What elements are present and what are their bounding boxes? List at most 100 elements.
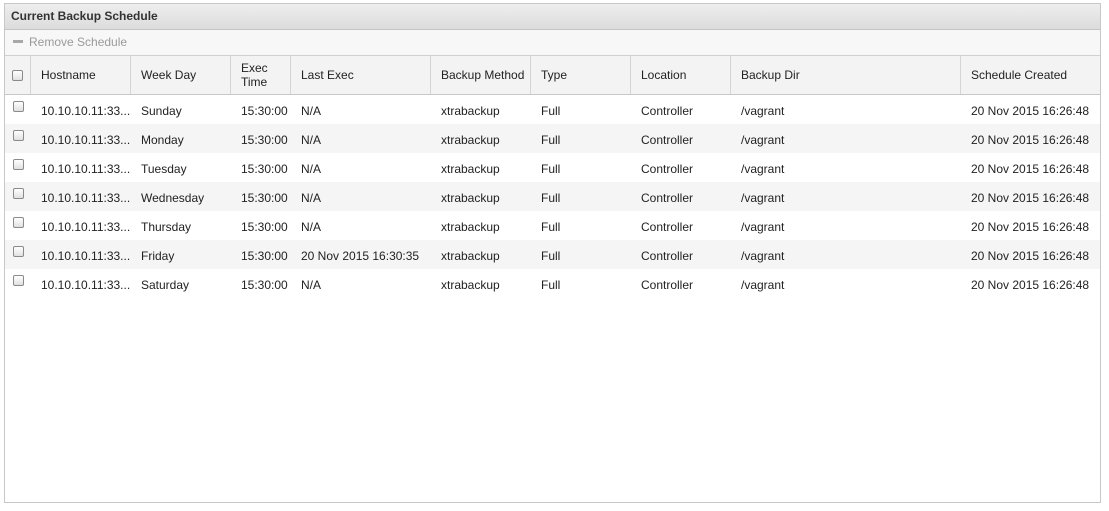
cell-backup-method: xtrabackup bbox=[441, 103, 500, 118]
cell-schedule-created: 20 Nov 2015 16:26:48 bbox=[971, 132, 1090, 147]
header-select-all bbox=[5, 56, 31, 94]
cell-location: Controller bbox=[641, 132, 694, 147]
cell-type: Full bbox=[541, 161, 561, 176]
cell-location: Controller bbox=[641, 219, 694, 234]
row-checkbox[interactable] bbox=[12, 217, 24, 228]
cell-backup-dir: /vagrant bbox=[741, 161, 785, 176]
cell-hostname: 10.10.10.11:33... bbox=[41, 219, 131, 234]
cell-type: Full bbox=[541, 219, 561, 234]
cell-backup-dir: /vagrant bbox=[741, 190, 785, 205]
cell-weekday: Friday bbox=[141, 248, 175, 263]
column-header-schedule-created[interactable]: Schedule Created bbox=[961, 56, 1100, 94]
cell-weekday: Wednesday bbox=[141, 190, 205, 205]
cell-last-exec: N/A bbox=[301, 103, 322, 118]
cell-schedule-created: 20 Nov 2015 16:26:48 bbox=[971, 277, 1090, 292]
cell-last-exec: N/A bbox=[301, 161, 322, 176]
table-row[interactable]: 10.10.10.11:33... Saturday 15:30:00 N/A xtra… bbox=[5, 269, 1100, 298]
cell-type: Full bbox=[541, 190, 561, 205]
cell-last-exec: N/A bbox=[301, 132, 322, 147]
cell-last-exec: N/A bbox=[301, 277, 322, 292]
cell-exec-time: 15:30:00 bbox=[241, 277, 288, 292]
cell-hostname: 10.10.10.11:33... bbox=[41, 277, 131, 292]
cell-type: Full bbox=[541, 132, 561, 147]
remove-schedule-button[interactable]: Remove Schedule bbox=[13, 35, 127, 49]
column-header-hostname[interactable]: Hostname bbox=[31, 56, 131, 94]
cell-exec-time: 15:30:00 bbox=[241, 248, 288, 263]
cell-backup-method: xtrabackup bbox=[441, 190, 500, 205]
column-header-backup-dir[interactable]: Backup Dir bbox=[731, 56, 961, 94]
cell-exec-time: 15:30:00 bbox=[241, 161, 288, 176]
row-select-cell bbox=[5, 240, 31, 269]
cell-location: Controller bbox=[641, 103, 694, 118]
cell-exec-time: 15:30:00 bbox=[241, 132, 288, 147]
cell-schedule-created: 20 Nov 2015 16:26:48 bbox=[971, 190, 1090, 205]
row-checkbox[interactable] bbox=[12, 101, 24, 112]
select-all-checkbox[interactable] bbox=[12, 69, 23, 81]
cell-schedule-created: 20 Nov 2015 16:26:48 bbox=[971, 248, 1090, 263]
cell-type: Full bbox=[541, 103, 561, 118]
cell-weekday: Tuesday bbox=[141, 161, 187, 176]
cell-schedule-created: 20 Nov 2015 16:26:48 bbox=[971, 161, 1090, 176]
cell-backup-dir: /vagrant bbox=[741, 103, 785, 118]
cell-weekday: Saturday bbox=[141, 277, 190, 292]
cell-backup-method: xtrabackup bbox=[441, 219, 500, 234]
cell-backup-dir: /vagrant bbox=[741, 219, 785, 234]
row-select-cell bbox=[5, 182, 31, 211]
cell-hostname: 10.10.10.11:33... bbox=[41, 248, 131, 263]
cell-backup-dir: /vagrant bbox=[741, 132, 785, 147]
cell-type: Full bbox=[541, 248, 561, 263]
panel-title: Current Backup Schedule bbox=[5, 4, 1100, 30]
row-select-cell bbox=[5, 211, 31, 240]
cell-backup-method: xtrabackup bbox=[441, 277, 500, 292]
column-header-type[interactable]: Type bbox=[531, 56, 631, 94]
table-row[interactable]: 10.10.10.11:33... Wednesday 15:30:00 N/A xtr… bbox=[5, 182, 1100, 211]
column-header-weekday[interactable]: Week Day bbox=[131, 56, 231, 94]
cell-backup-dir: /vagrant bbox=[741, 248, 785, 263]
column-header-location[interactable]: Location bbox=[631, 56, 731, 94]
cell-schedule-created: 20 Nov 2015 16:26:48 bbox=[971, 103, 1090, 118]
cell-exec-time: 15:30:00 bbox=[241, 190, 288, 205]
cell-last-exec: N/A bbox=[301, 190, 322, 205]
row-select-cell bbox=[5, 269, 31, 298]
row-checkbox[interactable] bbox=[12, 275, 24, 286]
row-checkbox[interactable] bbox=[12, 130, 24, 141]
column-header-exec-time[interactable]: Exec Time bbox=[231, 56, 291, 94]
column-header-last-exec[interactable]: Last Exec bbox=[291, 56, 431, 94]
cell-backup-method: xtrabackup bbox=[441, 132, 500, 147]
cell-hostname: 10.10.10.11:33... bbox=[41, 132, 131, 147]
row-checkbox[interactable] bbox=[12, 159, 24, 170]
table-row[interactable]: 10.10.10.11:33... Sunday 15:30:00 N/A xtraba… bbox=[5, 95, 1100, 124]
row-checkbox[interactable] bbox=[12, 246, 24, 257]
column-header-backup-method[interactable]: Backup Method bbox=[431, 56, 531, 94]
table-row[interactable]: 10.10.10.11:33... Friday 15:30:00 20 Nov 20… bbox=[5, 240, 1100, 269]
row-checkbox[interactable] bbox=[12, 188, 24, 199]
table-body: 10.10.10.11:33... Sunday 15:30:00 N/A xtraba… bbox=[5, 95, 1100, 502]
cell-schedule-created: 20 Nov 2015 16:26:48 bbox=[971, 219, 1090, 234]
cell-type: Full bbox=[541, 277, 561, 292]
cell-location: Controller bbox=[641, 161, 694, 176]
table-row[interactable]: 10.10.10.11:33... Tuesday 15:30:00 N/A xtrab… bbox=[5, 153, 1100, 182]
cell-exec-time: 15:30:00 bbox=[241, 103, 288, 118]
table-header: Hostname Week Day Exec Time Last Exec Ba… bbox=[5, 56, 1100, 95]
cell-hostname: 10.10.10.11:33... bbox=[41, 161, 131, 176]
toolbar: Remove Schedule bbox=[5, 30, 1100, 56]
cell-exec-time: 15:30:00 bbox=[241, 219, 288, 234]
cell-weekday: Thursday bbox=[141, 219, 192, 234]
row-select-cell bbox=[5, 95, 31, 124]
table-row[interactable]: 10.10.10.11:33... Thursday 15:30:00 N/A xtra… bbox=[5, 211, 1100, 240]
cell-hostname: 10.10.10.11:33... bbox=[41, 190, 131, 205]
cell-location: Controller bbox=[641, 190, 694, 205]
cell-backup-method: xtrabackup bbox=[441, 248, 500, 263]
cell-location: Controller bbox=[641, 277, 694, 292]
backup-schedule-panel: Current Backup Schedule Remove Schedule … bbox=[4, 3, 1101, 503]
row-select-cell bbox=[5, 153, 31, 182]
cell-last-exec: 20 Nov 2015 16:30:35 bbox=[301, 248, 420, 263]
minus-icon bbox=[13, 40, 23, 44]
cell-backup-dir: /vagrant bbox=[741, 277, 785, 292]
cell-location: Controller bbox=[641, 248, 694, 263]
cell-backup-method: xtrabackup bbox=[441, 161, 500, 176]
cell-weekday: Monday bbox=[141, 132, 184, 147]
cell-hostname: 10.10.10.11:33... bbox=[41, 103, 131, 118]
table-row[interactable]: 10.10.10.11:33... Monday 15:30:00 N/A xtraba… bbox=[5, 124, 1100, 153]
row-select-cell bbox=[5, 124, 31, 153]
